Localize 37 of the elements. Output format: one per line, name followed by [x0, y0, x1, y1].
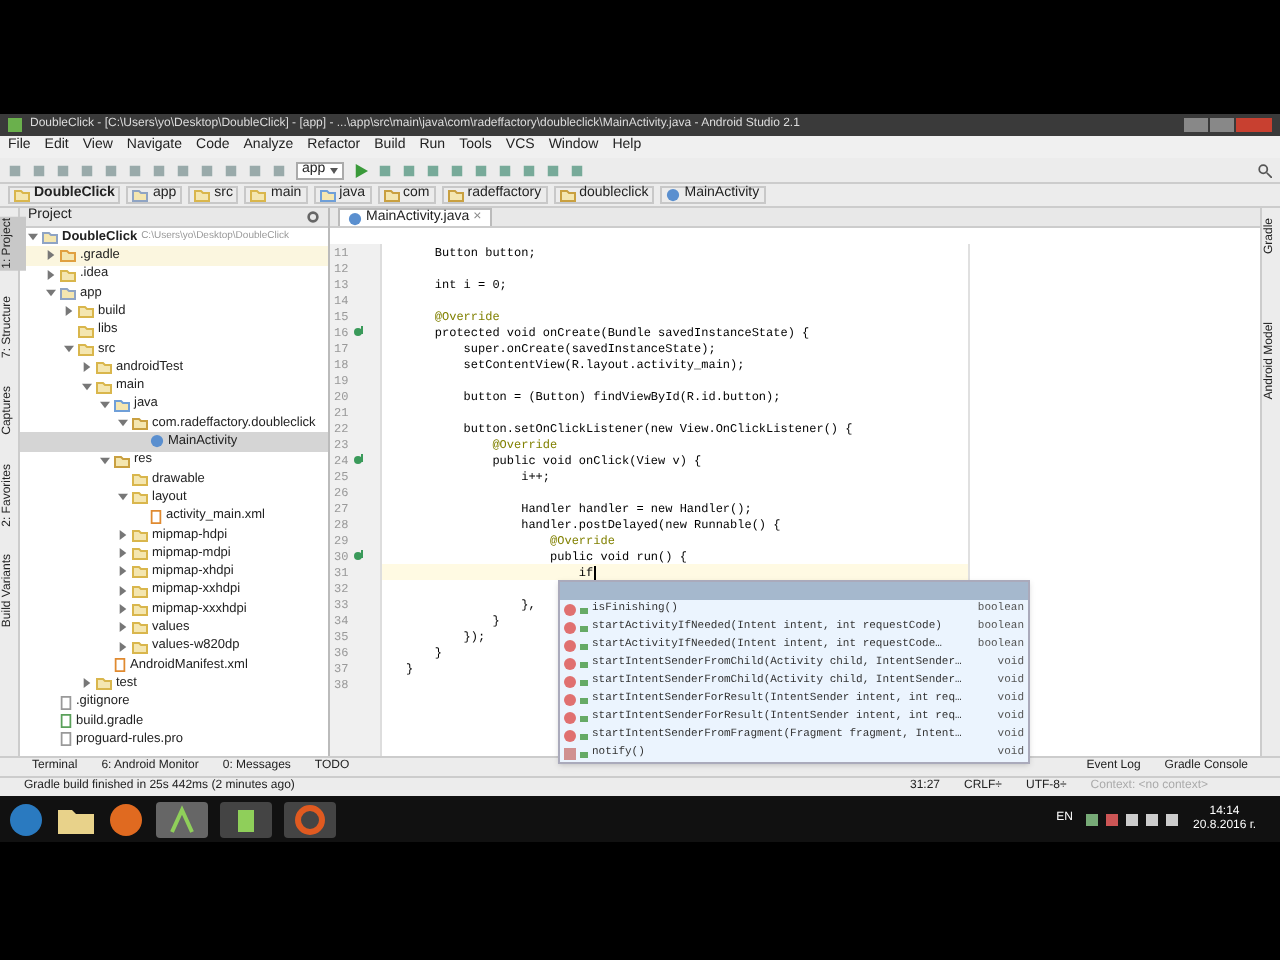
expanded-arrow-icon[interactable]: [46, 288, 56, 299]
override-marker-icon[interactable]: [354, 454, 366, 466]
folder-icon: [14, 188, 30, 202]
tray-icons[interactable]: [1085, 811, 1182, 827]
run-icon[interactable]: [353, 163, 368, 177]
app-icon[interactable]: [284, 801, 336, 837]
collapsed-arrow-icon[interactable]: [82, 362, 92, 373]
override-marker-icon[interactable]: [354, 326, 366, 338]
class-icon: [348, 211, 362, 225]
start-button-icon[interactable]: [8, 801, 44, 837]
folder-icon: [96, 676, 112, 691]
folder-icon: [132, 188, 149, 202]
expanded-arrow-icon[interactable]: [64, 343, 74, 354]
expanded-arrow-icon[interactable]: [100, 455, 110, 466]
text-caret: [593, 565, 596, 579]
app-icon[interactable]: [220, 801, 272, 837]
folder-icon: [194, 188, 211, 202]
folder-icon: [383, 188, 400, 202]
android-studio-icon[interactable]: [156, 801, 208, 837]
browser-icon[interactable]: [108, 801, 144, 837]
gear-icon[interactable]: [306, 210, 320, 224]
override-marker-icon[interactable]: [354, 550, 366, 562]
class-icon: [150, 434, 164, 449]
collapsed-arrow-icon[interactable]: [82, 678, 92, 689]
android-studio-icon: [8, 118, 22, 132]
file-icon: [114, 657, 126, 672]
folder-icon: [250, 188, 267, 202]
file-icon: [150, 509, 162, 524]
class-icon: [666, 188, 681, 202]
expanded-arrow-icon[interactable]: [28, 232, 38, 243]
folder-icon: [319, 188, 336, 202]
expanded-arrow-icon[interactable]: [118, 492, 128, 503]
search-icon[interactable]: [1258, 163, 1272, 177]
caret-icon: [329, 167, 338, 173]
collapsed-arrow-icon[interactable]: [64, 306, 74, 317]
folder-icon: [559, 188, 576, 202]
folder-icon: [447, 188, 464, 202]
